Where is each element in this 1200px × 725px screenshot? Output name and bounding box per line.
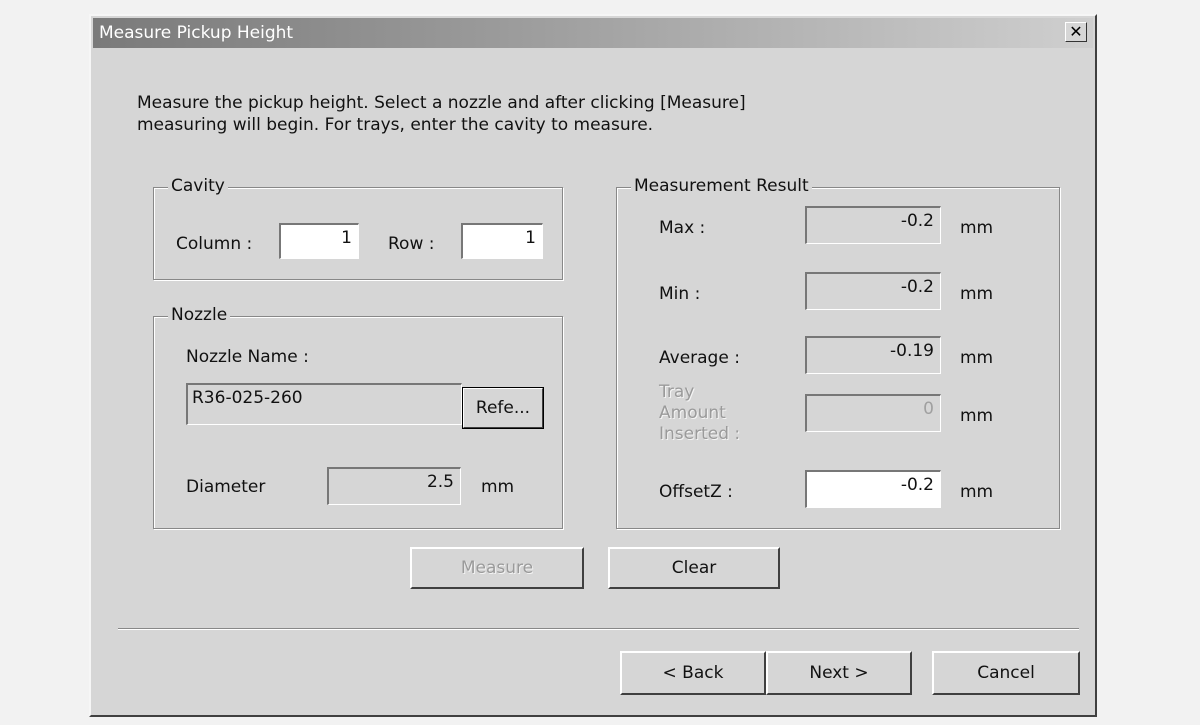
window-title: Measure Pickup Height [99,23,294,43]
nozzle-group: Nozzle Nozzle Name : R36-025-260 Refe...… [153,305,563,529]
offset-z-input[interactable]: -0.2 [805,470,941,508]
row-input[interactable]: 1 [461,223,543,259]
diameter-field: 2.5 [327,467,461,505]
max-field: -0.2 [805,206,941,244]
nozzle-name-field: R36-025-260 [186,383,462,425]
max-label: Max : [659,218,706,238]
diameter-label: Diameter [186,477,266,497]
average-field: -0.19 [805,336,941,374]
measure-button[interactable]: Measure [410,547,584,589]
offset-z-unit: mm [960,482,994,502]
tray-label-line-1: Tray [659,382,695,402]
min-field: -0.2 [805,272,941,310]
close-icon: ✕ [1069,22,1083,41]
measurement-result-title: Measurement Result [631,176,812,196]
measure-pickup-height-dialog: Measure Pickup Height ✕ Measure the pick… [89,14,1097,717]
column-input[interactable]: 1 [279,223,359,259]
instruction-line-2: measuring will begin. For trays, enter t… [137,115,654,135]
nozzle-name-label: Nozzle Name : [186,347,309,367]
average-label: Average : [659,348,740,368]
instructions: Measure the pickup height. Select a nozz… [137,92,746,136]
title-bar[interactable]: Measure Pickup Height ✕ [93,18,1093,48]
cavity-group-title: Cavity [168,176,228,196]
cancel-button[interactable]: Cancel [932,651,1080,695]
diameter-unit: mm [481,477,515,497]
tray-unit: mm [960,406,994,426]
nozzle-group-title: Nozzle [168,305,231,325]
tray-amount-inserted-field: 0 [805,394,941,432]
offset-z-label: OffsetZ : [659,482,733,502]
row-label: Row : [388,234,435,254]
clear-button[interactable]: Clear [608,547,780,589]
back-button[interactable]: < Back [620,651,766,695]
measurement-result-group: Measurement Result Max : -0.2 mm Min : -… [616,176,1060,529]
column-label: Column : [176,234,253,254]
next-button[interactable]: Next > [766,651,912,695]
average-unit: mm [960,348,994,368]
cavity-group: Cavity Column : 1 Row : 1 [153,176,563,280]
max-unit: mm [960,218,994,238]
close-button[interactable]: ✕ [1065,22,1087,42]
reference-button[interactable]: Refe... [462,387,544,429]
min-label: Min : [659,284,701,304]
min-unit: mm [960,284,994,304]
tray-amount-inserted-label: Tray Amount Inserted : [659,382,740,445]
tray-label-line-2: Amount [659,403,726,423]
footer-separator [118,628,1079,630]
tray-label-line-3: Inserted : [659,424,741,444]
instruction-line-1: Measure the pickup height. Select a nozz… [137,93,746,113]
